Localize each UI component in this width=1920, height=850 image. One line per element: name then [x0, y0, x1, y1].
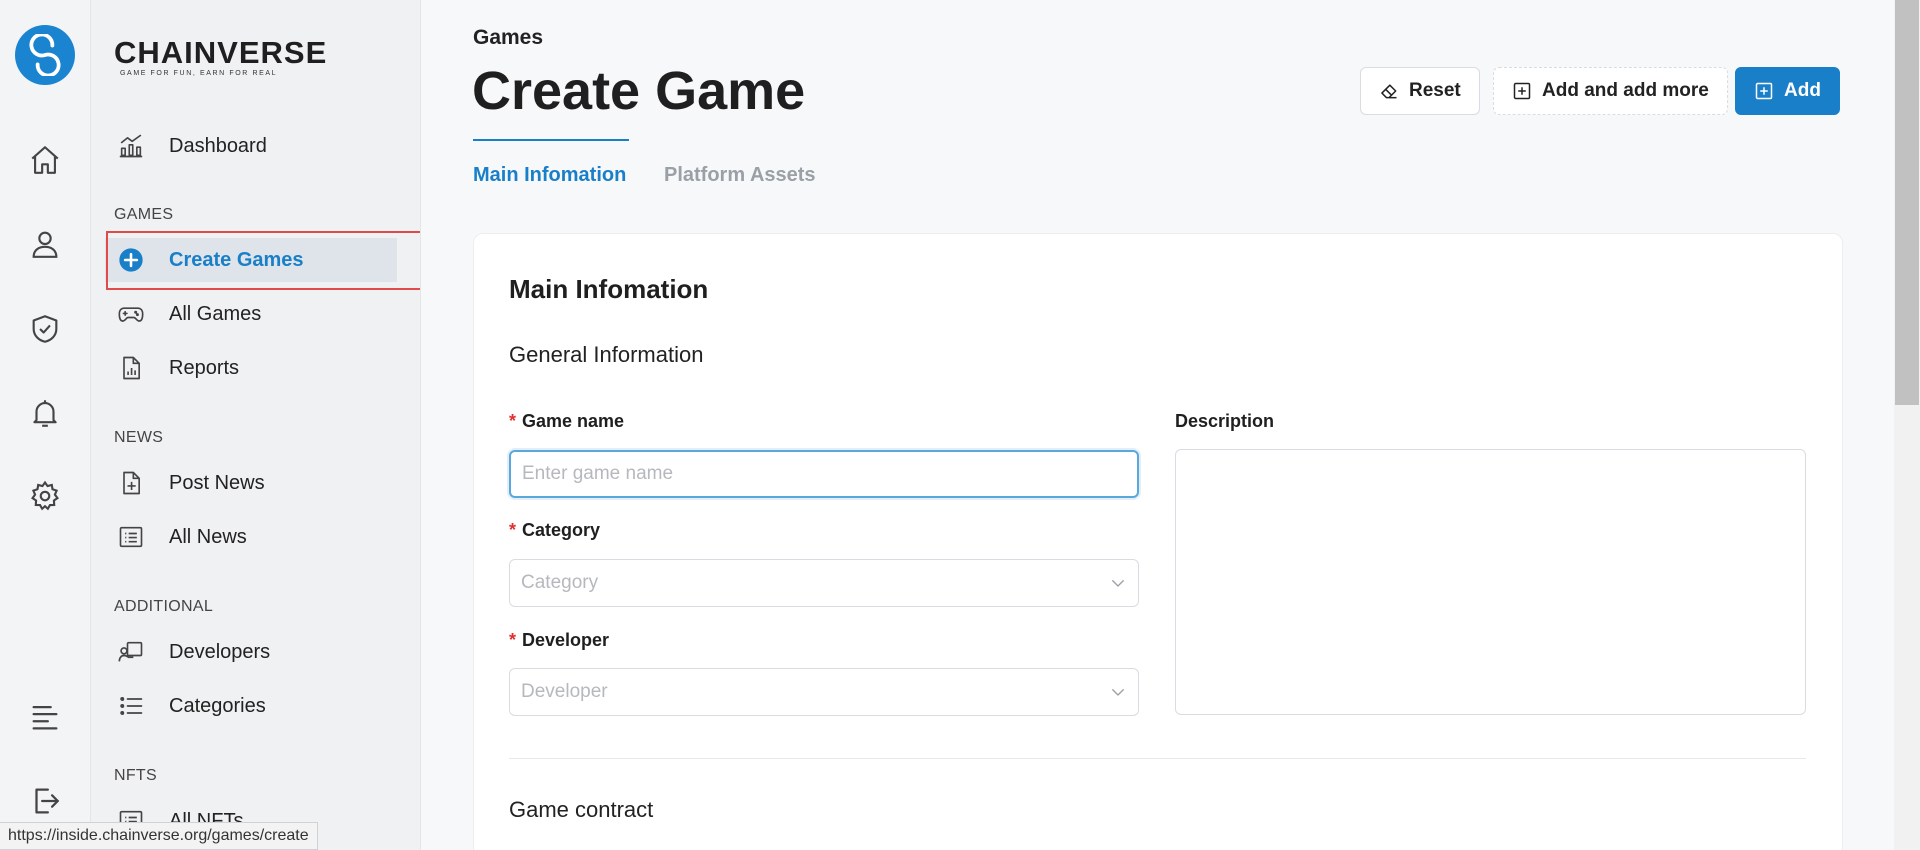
general-information-heading: General Information — [509, 342, 704, 367]
sidebar-item-reports[interactable]: Reports — [105, 346, 397, 390]
plus-square-icon — [1755, 82, 1773, 100]
add-button[interactable]: Add — [1735, 67, 1840, 115]
add-and-add-more-label: Add and add more — [1542, 80, 1709, 101]
user-icon[interactable] — [26, 225, 64, 263]
chevron-down-icon — [1112, 580, 1124, 587]
report-document-icon — [115, 352, 147, 384]
icon-rail — [0, 0, 91, 850]
sidebar-item-post-news[interactable]: Post News — [105, 461, 397, 505]
scrollbar-thumb[interactable] — [1895, 0, 1919, 405]
add-label: Add — [1784, 80, 1821, 101]
title-underline — [473, 139, 629, 141]
tab-main-information[interactable]: Main Infomation — [473, 164, 626, 187]
category-select[interactable]: Category — [509, 559, 1139, 607]
add-and-add-more-button[interactable]: Add and add more — [1493, 67, 1728, 115]
page-scrollbar[interactable] — [1894, 0, 1920, 850]
category-placeholder: Category — [521, 572, 599, 593]
plus-square-icon — [1513, 82, 1531, 100]
sidebar-item-label: All Games — [169, 302, 262, 325]
section-label-additional: ADDITIONAL — [114, 598, 214, 615]
reset-label: Reset — [1409, 80, 1461, 101]
developer-label: * Developer — [509, 630, 610, 650]
sidebar-item-create-games[interactable]: Create Games — [105, 238, 397, 282]
sidebar-item-categories[interactable]: Categories — [105, 684, 397, 728]
category-label: * Category — [509, 520, 601, 540]
brand-tagline: GAME FOR FUN, EARN FOR REAL — [120, 70, 278, 77]
bell-icon[interactable] — [26, 394, 64, 432]
game-name-input[interactable] — [509, 450, 1139, 498]
file-plus-icon — [115, 467, 147, 499]
main-information-card: Main Infomation General Information * Gam… — [473, 233, 1843, 850]
required-mark: * — [509, 411, 517, 431]
chart-icon — [115, 130, 147, 162]
chevron-down-icon — [1112, 689, 1124, 696]
sidebar-item-label: Developers — [169, 640, 271, 663]
sidebar-item-label: Reports — [169, 356, 240, 379]
card-title: Main Infomation — [509, 274, 709, 304]
section-label-games: GAMES — [114, 206, 174, 223]
sidebar-item-dashboard[interactable]: Dashboard — [105, 124, 397, 168]
developer-placeholder: Developer — [521, 681, 608, 702]
sidebar-item-label: Post News — [169, 471, 265, 494]
reset-button[interactable]: Reset — [1360, 67, 1480, 115]
sidebar-item-all-games[interactable]: All Games — [105, 292, 397, 336]
section-label-news: NEWS — [114, 429, 164, 446]
brand-logo[interactable]: CHAINVERSE GAME FOR FUN, EARN FOR REAL — [114, 37, 327, 77]
breadcrumb[interactable]: Games — [473, 26, 543, 50]
developer-select[interactable]: Developer — [509, 668, 1139, 716]
section-label-nfts: NFTS — [114, 767, 157, 784]
brand-name: CHAINVERSE — [114, 35, 328, 70]
developer-presenter-icon — [115, 636, 147, 668]
shield-check-icon[interactable] — [26, 310, 64, 348]
section-divider — [509, 758, 1806, 759]
sidebar-item-label: Create Games — [169, 248, 304, 271]
game-name-label: * Game name — [509, 411, 625, 431]
tab-platform-assets[interactable]: Platform Assets — [664, 164, 816, 187]
eraser-icon — [1381, 84, 1397, 99]
list-box-icon — [115, 521, 147, 553]
description-label: Description — [1175, 411, 1275, 431]
sidebar-item-label: Dashboard — [169, 134, 267, 157]
gamepad-icon — [115, 298, 147, 330]
description-textarea[interactable] — [1175, 449, 1806, 715]
home-icon[interactable] — [26, 141, 64, 179]
gear-icon[interactable] — [26, 477, 64, 515]
menu-lines-icon[interactable] — [26, 698, 64, 736]
sidebar-item-label: Categories — [169, 694, 266, 717]
sidebar-item-label: All News — [169, 525, 247, 548]
logout-icon[interactable] — [26, 782, 64, 820]
sidebar-item-developers[interactable]: Developers — [105, 630, 397, 674]
status-bar-url: https://inside.chainverse.org/games/crea… — [0, 822, 318, 850]
chainverse-logo-icon[interactable] — [15, 25, 75, 85]
required-mark: * — [509, 630, 517, 650]
main-content: Games Create Game Main Infomation Platfo… — [421, 0, 1920, 850]
game-contract-heading: Game contract — [509, 797, 654, 822]
sidebar-item-all-news[interactable]: All News — [105, 515, 397, 559]
bullet-list-icon — [115, 690, 147, 722]
page-title: Create Game — [472, 61, 806, 121]
plus-circle-icon — [115, 244, 147, 276]
sidebar: CHAINVERSE GAME FOR FUN, EARN FOR REAL D… — [91, 0, 421, 850]
required-mark: * — [509, 520, 517, 540]
